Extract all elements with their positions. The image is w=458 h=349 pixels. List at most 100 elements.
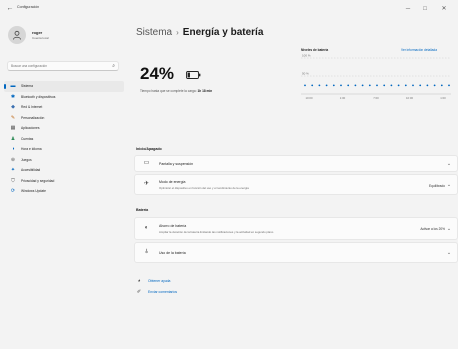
data-point — [354, 84, 357, 87]
power-section-title: Inicio/Apagado — [136, 147, 162, 151]
y-tick-label: 50 % — [302, 72, 309, 76]
sidebar-item-monitor[interactable]: ▬ Sistema — [4, 81, 124, 92]
search-icon[interactable]: ⌕ — [112, 63, 115, 69]
maximize-icon[interactable]: □ — [419, 3, 431, 15]
x-tick-label: 10:00 — [306, 96, 313, 100]
person-icon — [13, 30, 21, 40]
search-input[interactable] — [11, 62, 106, 70]
sidebar-item-label: Windows Update — [21, 189, 46, 194]
data-point — [376, 84, 378, 87]
sidebar-item-clock-globe[interactable]: ◑ Hora e idioma — [4, 144, 124, 155]
data-point — [311, 84, 314, 87]
sidebar-item-gamepad[interactable]: ⊕ Juegos — [4, 155, 124, 166]
search-box[interactable]: ⌕ — [7, 61, 119, 71]
feedback-row[interactable]: ✐ Enviar comentarios — [136, 289, 177, 295]
sidebar-item-label: Sistema — [21, 84, 33, 89]
sidebar-item-update[interactable]: ⟳ Windows Update — [4, 186, 124, 197]
battery-section-title: Batería — [136, 208, 149, 212]
data-point — [433, 84, 436, 87]
battery-saver-threshold[interactable]: Activar a los 20% — [420, 227, 445, 231]
power-mode-select[interactable]: Equilibrado — [429, 184, 445, 188]
brush-icon: ✎ — [10, 114, 16, 121]
sidebar-item-apps[interactable]: ▦ Aplicaciones — [4, 123, 124, 134]
data-point — [426, 84, 429, 87]
chevron-down-icon[interactable]: ⌄ — [445, 249, 453, 257]
screen-sleep-icon: ▭ — [143, 160, 150, 166]
charge-time: Tiempo hasta que se complete la carga: 1… — [140, 89, 212, 93]
data-point — [404, 84, 407, 87]
network-icon: ◆ — [11, 104, 15, 111]
accessibility-icon: ✦ — [10, 167, 16, 174]
x-tick-label: 1:00 — [340, 96, 346, 100]
data-point — [440, 84, 443, 87]
battery-usage-icon: ⫰ — [145, 249, 148, 255]
breadcrumb: Sistema › Energía y batería — [136, 27, 263, 38]
minimize-icon[interactable]: ─ — [402, 3, 414, 15]
data-point — [419, 84, 422, 87]
user-profile[interactable]: roger Cuenta local — [8, 26, 49, 44]
sidebar-item-network[interactable]: ◆ Red & Internet — [4, 102, 124, 113]
feedback-icon: ✐ — [136, 289, 142, 295]
sidebar-item-brush[interactable]: ✎ Personalización — [4, 113, 124, 124]
chevron-down-icon[interactable]: ⌄ — [445, 160, 453, 168]
window-title: Configuración — [17, 5, 40, 9]
screen-sleep-card[interactable]: ▭ Pantalla y suspensión ⌄ — [134, 155, 458, 172]
x-tick-label: 7:00 — [373, 96, 379, 100]
title-bar: ← Configuración ─ □ ✕ — [0, 0, 458, 18]
battery-usage-card[interactable]: ⫰ Uso de la batería ⌄ — [134, 242, 458, 263]
feedback-link[interactable]: Enviar comentarios — [148, 290, 177, 294]
main-content: Sistema › Energía y batería 24% Tiempo has… — [126, 18, 458, 349]
battery-saver-card[interactable]: ◐ Ahorro de batería Ampliar la duración … — [134, 217, 458, 240]
y-tick-label: 100 % — [302, 54, 311, 58]
apps-icon: ▦ — [10, 125, 16, 132]
battery-percentage: 24% — [140, 64, 175, 83]
battery-usage-label: Uso de la batería — [159, 251, 186, 255]
data-point — [325, 84, 328, 87]
power-mode-card: ✈ Modo de energía Optimizar el dispositi… — [134, 174, 458, 195]
data-point — [318, 84, 321, 87]
chevron-down-icon[interactable]: ⌄ — [445, 181, 453, 189]
sidebar-item-bluetooth[interactable]: ✱ Bluetooth y dispositivos — [4, 92, 124, 103]
get-help-row[interactable]: ◕ Obtener ayuda — [136, 278, 170, 284]
x-tick-label: 10:00 — [406, 96, 413, 100]
power-mode-icon: ✈ — [143, 181, 150, 187]
avatar — [8, 26, 26, 44]
sidebar-item-label: Accesibilidad — [21, 168, 41, 173]
account-type: Cuenta local — [32, 36, 49, 40]
sidebar-item-label: Juegos — [21, 157, 32, 162]
charge-time-label: Tiempo hasta que se complete la carga: — [140, 89, 197, 93]
data-point — [304, 84, 306, 87]
data-point — [368, 84, 371, 87]
shield-icon: ⛉ — [11, 177, 15, 184]
battery-saver-label: Ahorro de batería — [159, 224, 187, 228]
update-icon: ⟳ — [10, 188, 16, 195]
power-mode-label: Modo de energía — [159, 180, 186, 184]
charging-battery-icon — [186, 71, 201, 79]
chart-plot: 100 % 50 % 10:00 1:00 7:00 10:00 1:00 — [301, 54, 451, 100]
chevron-down-icon[interactable]: ⌄ — [445, 225, 453, 233]
sidebar-item-accessibility[interactable]: ✦ Accesibilidad — [4, 165, 124, 176]
battery-saver-icon: ◐ — [144, 225, 149, 231]
breadcrumb-root[interactable]: Sistema — [136, 27, 172, 38]
bluetooth-icon: ✱ — [10, 93, 16, 100]
battery-level-chart: Niveles de batería Ver información detal… — [301, 46, 458, 106]
breadcrumb-separator: › — [176, 28, 179, 37]
sidebar-item-label: Aplicaciones — [21, 126, 40, 131]
data-point — [412, 84, 414, 87]
data-point — [383, 84, 386, 87]
gamepad-icon: ⊕ — [10, 156, 16, 163]
data-point — [347, 84, 350, 87]
sidebar-nav: ▬ Sistema ✱ Bluetooth y dispositivos ◆ Red & … — [4, 81, 124, 197]
monitor-icon: ▬ — [10, 83, 16, 90]
sidebar-item-account[interactable]: ♟ Cuentas — [4, 134, 124, 145]
data-point — [390, 84, 393, 87]
close-icon[interactable]: ✕ — [438, 3, 450, 15]
back-arrow-icon[interactable]: ← — [5, 4, 15, 14]
sidebar: roger Cuenta local ⌕ ▬ Sistema ✱ Bluetooth … — [0, 18, 126, 349]
get-help-link[interactable]: Obtener ayuda — [148, 279, 170, 283]
sidebar-item-shield[interactable]: ⛉ Privacidad y seguridad — [4, 176, 124, 187]
data-point — [332, 84, 335, 87]
charge-time-value: 1h 18 min — [197, 89, 213, 93]
x-tick-label: 1:00 — [440, 96, 446, 100]
active-indicator — [4, 84, 6, 89]
